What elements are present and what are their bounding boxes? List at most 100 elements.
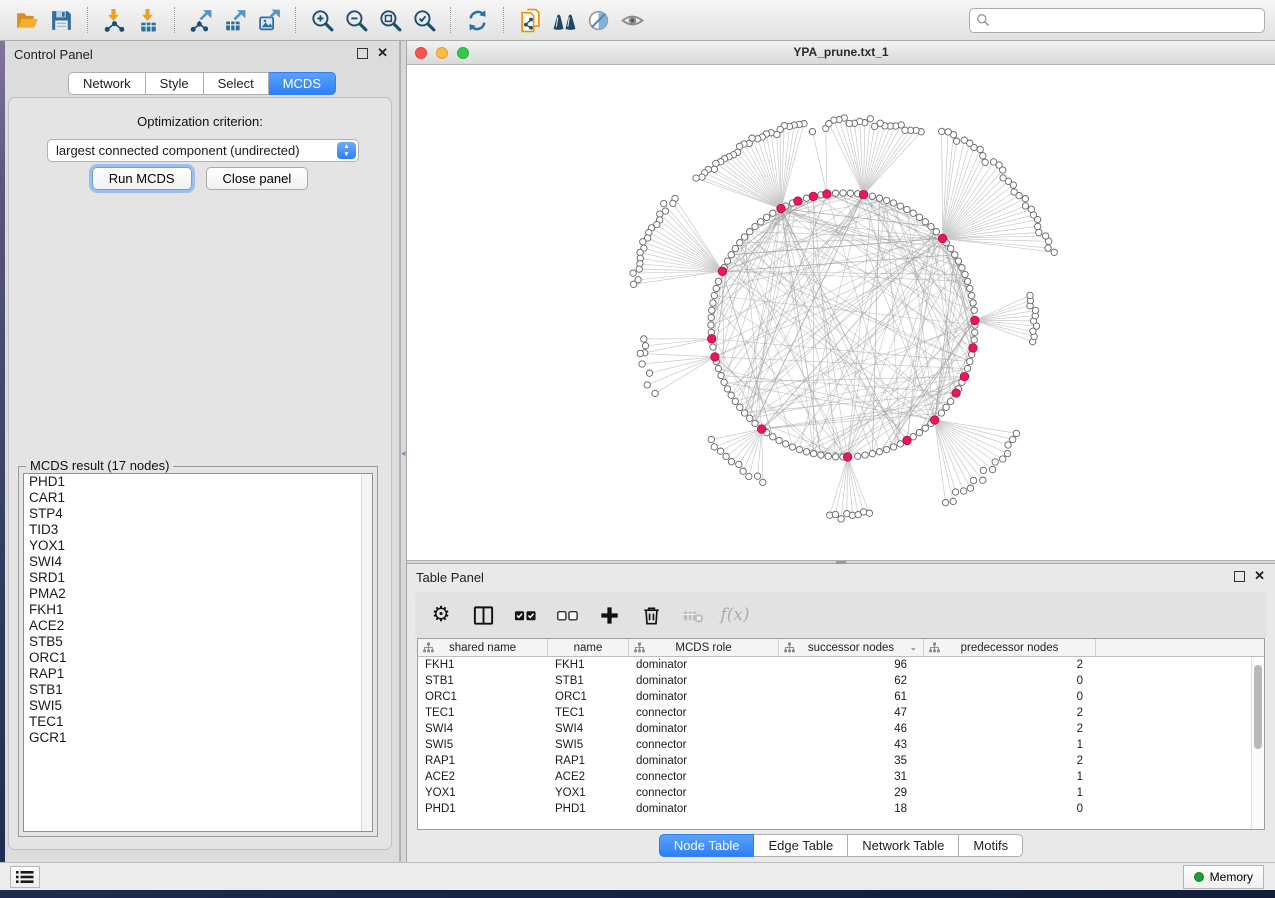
network-node[interactable] — [938, 410, 944, 416]
network-leaf-node[interactable] — [980, 477, 986, 483]
table-close-icon[interactable]: ✕ — [1254, 568, 1265, 584]
network-node[interactable] — [732, 398, 738, 404]
network-node[interactable] — [922, 219, 928, 225]
mcds-network-node[interactable] — [843, 453, 851, 461]
mcds-network-node[interactable] — [969, 344, 977, 352]
network-leaf-node[interactable] — [711, 444, 717, 450]
network-leaf-node[interactable] — [630, 270, 636, 276]
network-leaf-node[interactable] — [636, 266, 642, 272]
optimization-select[interactable]: largest connected component (undirected)… — [47, 139, 359, 162]
table-tab-network-table[interactable]: Network Table — [848, 834, 959, 857]
network-node[interactable] — [876, 449, 882, 455]
network-leaf-node[interactable] — [640, 239, 646, 245]
splitter-collapse-icon[interactable]: ◂ — [401, 449, 406, 458]
network-leaf-node[interactable] — [950, 498, 956, 504]
network-node[interactable] — [971, 337, 977, 343]
network-node[interactable] — [862, 452, 868, 458]
network-leaf-node[interactable] — [952, 489, 958, 495]
network-leaf-node[interactable] — [980, 153, 986, 159]
network-leaf-node[interactable] — [642, 343, 648, 349]
network-node[interactable] — [710, 344, 716, 350]
table-row[interactable]: ACE2ACE2connector311 — [418, 769, 1264, 785]
network-node[interactable] — [783, 441, 789, 447]
network-leaf-node[interactable] — [1010, 436, 1016, 442]
network-leaf-node[interactable] — [754, 473, 760, 479]
mcds-result-item[interactable]: STP4 — [24, 506, 372, 522]
network-leaf-node[interactable] — [760, 479, 766, 485]
network-node[interactable] — [922, 425, 928, 431]
network-leaf-node[interactable] — [699, 174, 705, 180]
network-node[interactable] — [890, 444, 896, 450]
network-node[interactable] — [770, 434, 776, 440]
network-leaf-node[interactable] — [641, 336, 647, 342]
float-panel-icon[interactable] — [357, 48, 368, 59]
zoom-fit-button[interactable] — [373, 4, 407, 36]
mcds-network-node[interactable] — [718, 267, 726, 275]
open-button[interactable] — [10, 4, 44, 36]
network-node[interactable] — [916, 430, 922, 436]
close-panel-icon[interactable]: ✕ — [377, 45, 388, 61]
network-leaf-node[interactable] — [711, 166, 717, 172]
apply-function-button[interactable]: f(x) — [721, 600, 749, 630]
network-node[interactable] — [964, 365, 970, 371]
network-leaf-node[interactable] — [661, 200, 667, 206]
network-leaf-node[interactable] — [860, 509, 866, 515]
mcds-result-item[interactable]: FKH1 — [24, 602, 372, 618]
refresh-button[interactable] — [460, 4, 494, 36]
network-leaf-node[interactable] — [736, 143, 742, 149]
network-leaf-node[interactable] — [960, 488, 966, 494]
network-node[interactable] — [969, 292, 975, 298]
network-leaf-node[interactable] — [939, 128, 945, 134]
table-row[interactable]: STB1STB1dominator620 — [418, 673, 1264, 689]
network-leaf-node[interactable] — [990, 159, 996, 165]
mcds-result-item[interactable]: SWI4 — [24, 554, 372, 570]
network-node[interactable] — [928, 223, 934, 229]
zoom-in-button[interactable] — [305, 4, 339, 36]
network-node[interactable] — [970, 300, 976, 306]
mcds-network-node[interactable] — [708, 335, 716, 343]
network-leaf-node[interactable] — [1005, 442, 1011, 448]
mcds-result-item[interactable]: GCR1 — [24, 730, 372, 746]
table-row[interactable]: SWI4SWI4dominator462 — [418, 721, 1264, 737]
delete-table-button[interactable] — [679, 600, 707, 630]
mcds-result-item[interactable]: PMA2 — [24, 586, 372, 602]
network-node[interactable] — [876, 195, 882, 201]
table-tab-motifs[interactable]: Motifs — [959, 834, 1023, 857]
network-leaf-node[interactable] — [746, 473, 752, 479]
network-node[interactable] — [943, 404, 949, 410]
table-tab-node-table[interactable]: Node Table — [659, 834, 755, 857]
network-leaf-node[interactable] — [977, 146, 983, 152]
network-leaf-node[interactable] — [630, 281, 636, 287]
network-leaf-node[interactable] — [867, 116, 873, 122]
column-header-MCDS-role[interactable]: MCDS role — [629, 639, 779, 656]
network-node[interactable] — [758, 219, 764, 225]
mcds-network-node[interactable] — [903, 436, 911, 444]
network-leaf-node[interactable] — [637, 350, 643, 356]
mcds-result-item[interactable]: STB1 — [24, 682, 372, 698]
vertical-splitter[interactable]: ◂ — [400, 41, 407, 862]
network-leaf-node[interactable] — [1011, 189, 1017, 195]
search-input[interactable] — [995, 10, 1258, 30]
network-node[interactable] — [890, 200, 896, 206]
delete-column-button[interactable] — [637, 600, 665, 630]
network-node[interactable] — [718, 372, 724, 378]
network-node[interactable] — [869, 193, 875, 199]
network-node[interactable] — [904, 206, 910, 212]
network-leaf-node[interactable] — [846, 120, 852, 126]
mcds-result-item[interactable]: SRD1 — [24, 570, 372, 586]
network-leaf-node[interactable] — [1000, 175, 1006, 181]
network-leaf-node[interactable] — [826, 121, 832, 127]
window-close-icon[interactable] — [415, 47, 427, 59]
network-leaf-node[interactable] — [1045, 245, 1051, 251]
network-leaf-node[interactable] — [1022, 203, 1028, 209]
network-node[interactable] — [708, 314, 714, 320]
mcds-network-node[interactable] — [971, 316, 979, 324]
network-leaf-node[interactable] — [838, 516, 844, 522]
export-image-button[interactable] — [252, 4, 286, 36]
mcds-network-node[interactable] — [952, 389, 960, 397]
mcds-network-node[interactable] — [794, 197, 802, 205]
network-node[interactable] — [770, 210, 776, 216]
network-node[interactable] — [711, 292, 717, 298]
network-node[interactable] — [962, 271, 968, 277]
network-node[interactable] — [737, 404, 743, 410]
